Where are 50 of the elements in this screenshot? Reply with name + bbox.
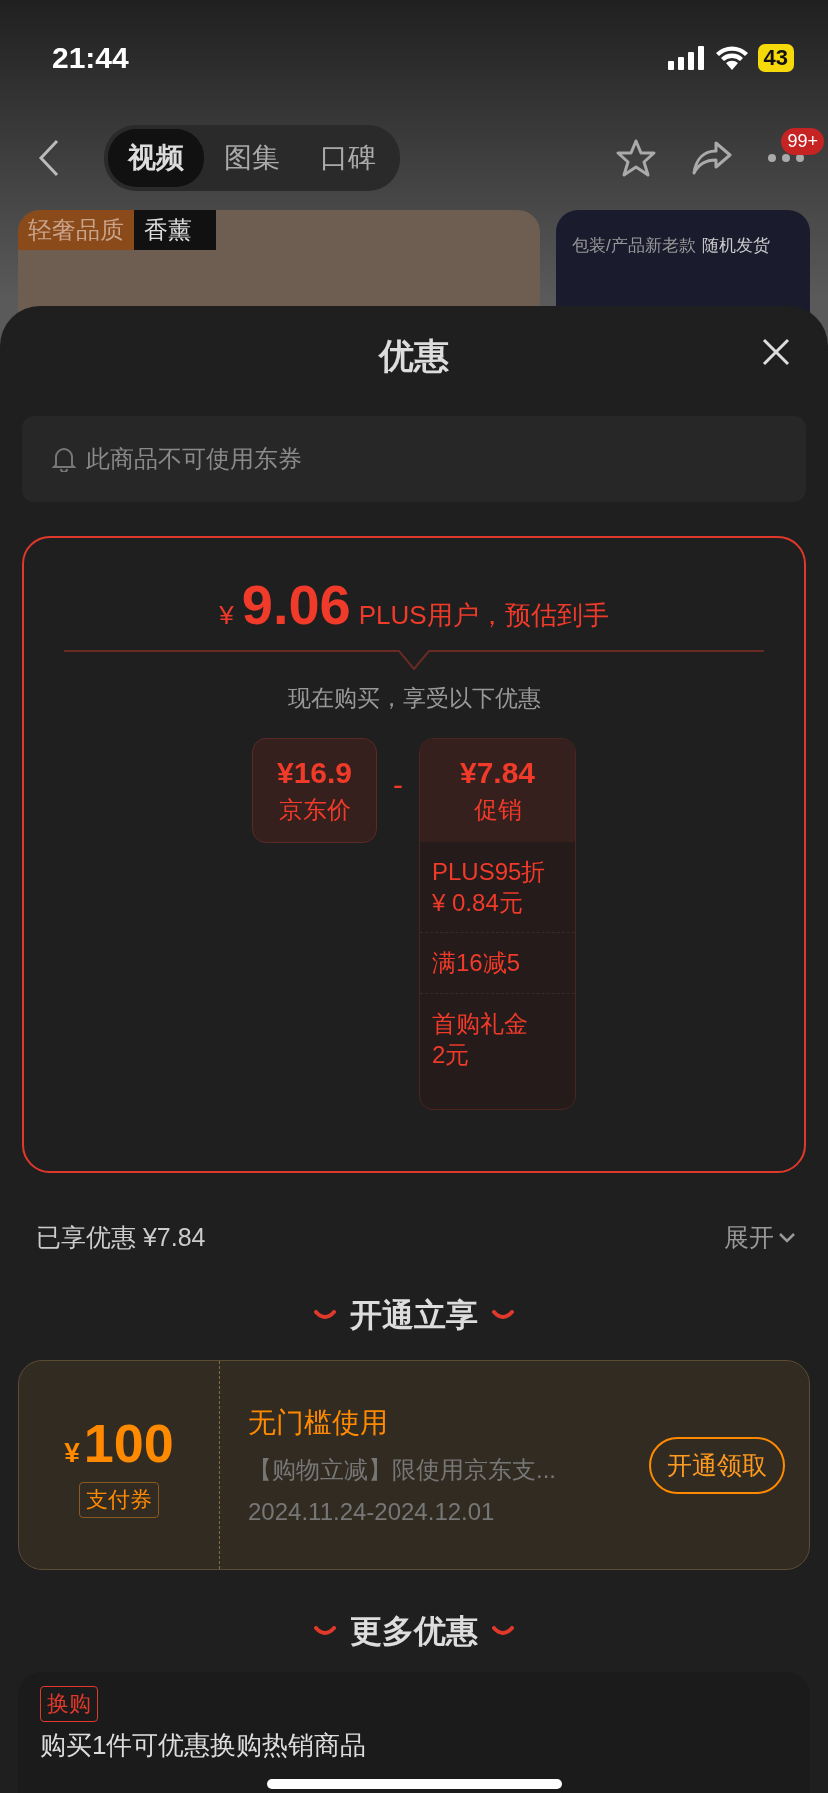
card-caption: 包装/产品新老款 [572,235,696,257]
back-icon[interactable] [38,139,60,177]
minus-sign: - [393,768,403,802]
coupon-title: 无门槛使用 [248,1406,389,1440]
price-label: 京东价 [278,794,351,825]
notification-badge: 99+ [781,128,824,155]
currency-symbol: ¥ [219,600,234,631]
expand-button[interactable]: 展开 [724,1221,796,1254]
sheet-title: 优惠 [379,334,449,377]
media-tab[interactable]: 图集 [204,129,300,187]
section-title: 更多优惠 [350,1612,478,1651]
battery-indicator: 43 [757,44,794,72]
close-icon [762,338,790,366]
discount-amount: ¥7.84 [459,755,536,790]
smile-icon [314,1310,336,1322]
coupon-dates: 2024.11.24-2024.12.01 [248,1498,496,1526]
subtitle: 现在购买，享受以下优惠 [287,684,541,713]
currency-symbol: ¥ [64,1437,80,1469]
star-icon[interactable] [616,139,656,177]
estimated-price: 9.06 [241,572,351,637]
notice-text: 此商品不可使用东券 [86,444,302,474]
product-tag: 轻奢品质 [18,210,134,250]
discount-item: 满16减5 [420,933,575,994]
coupon-amount: 100 [83,1412,174,1474]
discount-label: 促销 [473,794,522,825]
chevron-icon [778,1231,796,1244]
offer-text: 购买1件可优惠换购热销商品 [40,1729,367,1762]
discount-item: 首购礼金 2元 [431,1008,529,1070]
bell-icon [52,446,76,472]
smile-icon [492,1310,514,1322]
product-tag: 香薰 [134,210,216,250]
smile-icon [314,1626,336,1638]
section-title: 开通立享 [350,1296,478,1335]
card-caption: 随机发货 [701,235,770,257]
offer-tag: 换购 [40,1686,98,1722]
coupon-description: 【购物立减】限使用京东支... [248,1455,557,1485]
discount-item: PLUS95折 ¥ 0.84元 [420,842,575,934]
smile-icon [492,1626,514,1638]
media-tab[interactable]: 视频 [108,129,204,187]
claim-button[interactable]: 开通领取 [649,1436,785,1494]
coupon-type: 支付券 [79,1482,159,1518]
price-amount: ¥16.9 [276,755,353,790]
enjoyed-discount: 已享优惠 ¥7.84 [36,1222,206,1253]
clock-time: 21:44 [52,41,129,75]
wifi-icon [715,46,748,70]
price-label: PLUS用户，预估到手 [358,599,609,632]
more-icon[interactable] [768,154,804,162]
signal-icon [667,46,706,70]
share-icon[interactable] [692,141,732,175]
media-tab[interactable]: 口碑 [300,129,396,187]
